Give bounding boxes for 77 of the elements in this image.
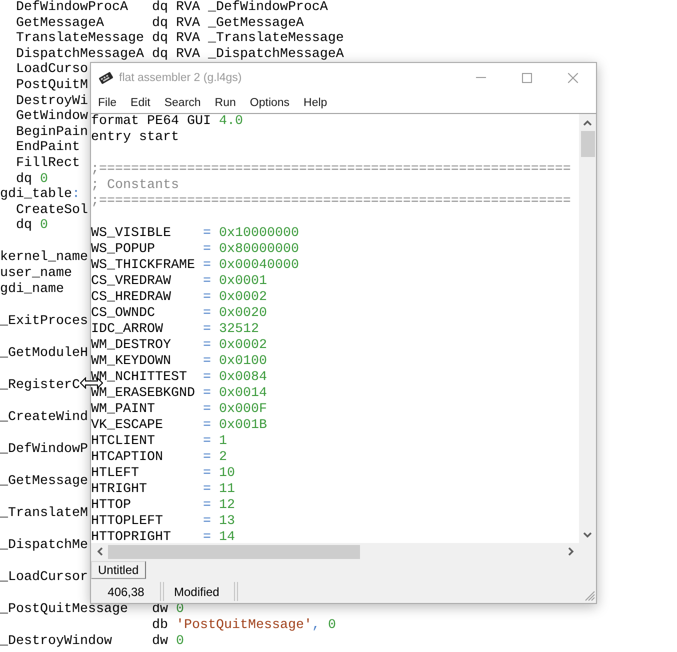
- code-line: WM_PAINT = 0x000F: [91, 402, 267, 418]
- code-line: EndPaint: [16, 140, 80, 156]
- code-line: PostQuitM: [16, 78, 88, 94]
- code-line: WS_POPUP = 0x80000000: [91, 242, 299, 258]
- minimize-icon: [476, 77, 486, 78]
- code-line: kernel_name: [0, 250, 88, 266]
- code-line: TranslateMessage dq RVA _TranslateMessage: [16, 31, 344, 47]
- code-line: ;===========================================================: [91, 194, 571, 210]
- keyboard-icon: [98, 70, 114, 84]
- code-line: dq 0: [16, 218, 48, 234]
- code-line: entry start: [91, 130, 179, 146]
- code-line: format PE64 GUI 4.0: [91, 114, 243, 130]
- code-line: dq 0: [16, 172, 48, 187]
- code-line: _DestroyWindow dw 0: [0, 634, 184, 650]
- chevron-up-icon[interactable]: [583, 120, 592, 126]
- code-line: DispatchMessageA dq RVA _DispatchMessageA: [16, 46, 344, 62]
- menu-item[interactable]: Help: [296, 96, 334, 108]
- code-line: HTTOPRIGHT = 14: [91, 530, 235, 543]
- window-title: flat assembler 2 (g.l4gs): [119, 72, 242, 84]
- code-line: FillRect: [16, 156, 80, 172]
- code-line: _TranslateM: [0, 506, 88, 522]
- code-line: WM_DESTROY = 0x0002: [91, 338, 267, 354]
- code-line: HTTOP = 12: [91, 498, 235, 514]
- code-line: CS_HREDRAW = 0x0002: [91, 290, 267, 306]
- scrollbar-thumb[interactable]: [580, 131, 594, 157]
- code-line: DestroyWi: [16, 94, 88, 109]
- code-line: GetWindow: [16, 109, 88, 125]
- code-line: IDC_ARROW = 32512: [91, 322, 259, 338]
- status-field: Modified: [163, 582, 235, 601]
- code-editor[interactable]: [91, 114, 579, 543]
- code-line: CS_VREDRAW = 0x0001: [91, 274, 267, 290]
- menu-item[interactable]: Edit: [124, 96, 158, 108]
- code-line: _LoadCursor: [0, 570, 88, 586]
- code-line: WS_VISIBLE = 0x10000000: [91, 226, 299, 242]
- code-line: CS_OWNDC = 0x0020: [91, 306, 267, 322]
- chevron-down-icon[interactable]: [583, 532, 592, 538]
- code-line: WS_THICKFRAME = 0x00040000: [91, 258, 299, 274]
- code-line: DefWindowProcA dq RVA _DefWindowProcA: [16, 0, 328, 16]
- menu-item[interactable]: Search: [157, 96, 208, 108]
- status-field: 406,38: [91, 582, 161, 601]
- code-line: ;===========================================================: [91, 162, 571, 178]
- code-line: _ExitProces: [0, 314, 88, 330]
- file-tab[interactable]: Untitled: [91, 561, 146, 579]
- code-line: HTCAPTION = 2: [91, 450, 227, 466]
- code-line: _RegisterC: [0, 378, 80, 394]
- menu-item[interactable]: File: [91, 96, 124, 108]
- code-line: LoadCurso: [16, 62, 88, 78]
- code-line: HTRIGHT = 11: [91, 482, 235, 498]
- code-line: ; Constants: [91, 178, 179, 194]
- code-line: HTCLIENT = 1: [91, 434, 227, 450]
- scrollbar-thumb[interactable]: [108, 544, 360, 558]
- close-icon: [568, 72, 578, 82]
- code-line: CreateSol: [16, 202, 88, 218]
- maximize-icon: [522, 72, 532, 82]
- code-line: BeginPain: [16, 124, 88, 140]
- code-line: _GetMessage: [0, 474, 88, 490]
- chevron-right-icon[interactable]: [568, 547, 574, 556]
- code-line: gdi_table:: [0, 187, 80, 203]
- code-line: GetMessageA dq RVA _GetMessageA: [16, 16, 304, 31]
- resize-grip-icon[interactable]: [585, 591, 595, 601]
- code-line: WM_KEYDOWN = 0x0100: [91, 354, 267, 370]
- vertical-scrollbar[interactable]: [579, 114, 596, 543]
- code-line: WM_NCHITTEST = 0x0084: [91, 370, 267, 386]
- code-line: _DefWindowP: [0, 442, 88, 458]
- code-line: db 'PostQuitMessage', 0: [152, 618, 336, 634]
- code-line: VK_ESCAPE = 0x001B: [91, 418, 267, 434]
- code-line: HTTOPLEFT = 13: [91, 514, 235, 530]
- code-line: _GetModuleH: [0, 346, 88, 362]
- chevron-left-icon[interactable]: [96, 547, 102, 556]
- code-line: WM_ERASEBKGND = 0x0014: [91, 386, 267, 402]
- code-line: user_name: [0, 266, 72, 282]
- code-line: HTLEFT = 10: [91, 466, 235, 482]
- code-line: _DispatchMe: [0, 538, 88, 554]
- code-line: _CreateWind: [0, 410, 88, 426]
- menu-item[interactable]: Run: [208, 96, 243, 108]
- menu-item[interactable]: Options: [242, 96, 297, 108]
- code-line: gdi_name: [0, 282, 64, 298]
